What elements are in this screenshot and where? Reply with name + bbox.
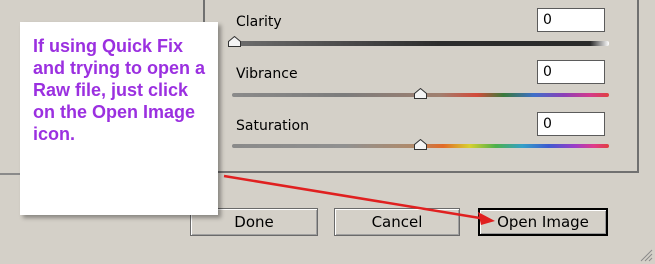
resize-grip-icon[interactable]	[639, 248, 653, 262]
vibrance-slider-thumb[interactable]	[414, 88, 427, 99]
vibrance-value-field[interactable]: 0	[537, 60, 605, 84]
annotation-callout: If using Quick Fix and trying to open a …	[20, 22, 218, 215]
open-image-button[interactable]: Open Image	[478, 208, 608, 236]
vibrance-label: Vibrance	[236, 66, 298, 82]
cancel-button[interactable]: Cancel	[334, 208, 460, 236]
clarity-slider-thumb[interactable]	[228, 36, 241, 47]
clarity-value-field[interactable]: 0	[537, 8, 605, 32]
saturation-slider-thumb[interactable]	[414, 139, 427, 150]
saturation-label: Saturation	[236, 118, 309, 134]
clarity-label: Clarity	[236, 14, 282, 30]
saturation-value-field[interactable]: 0	[537, 112, 605, 136]
clarity-slider-track[interactable]	[232, 41, 609, 46]
